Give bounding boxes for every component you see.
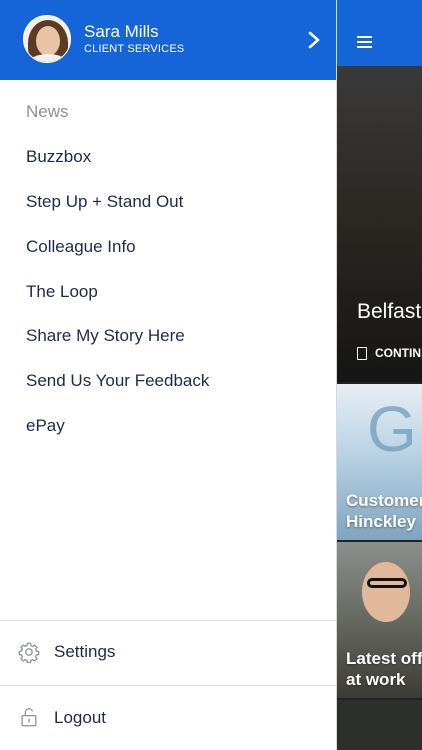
article-card[interactable] — [337, 700, 422, 750]
card-image-detail — [367, 578, 407, 588]
nav-item-the-loop[interactable]: The Loop — [26, 280, 98, 304]
card-caption: Customer Hinckley — [346, 491, 422, 531]
gear-icon — [18, 642, 40, 663]
nav-item-send-feedback[interactable]: Send Us Your Feedback — [26, 369, 209, 393]
chevron-right-icon[interactable] — [304, 30, 324, 50]
logout-label: Logout — [54, 708, 106, 727]
card-caption: Latest offe at work — [346, 649, 422, 689]
settings-label: Settings — [54, 642, 116, 661]
hero-article[interactable] — [337, 66, 422, 382]
nav-item-epay[interactable]: ePay — [26, 414, 65, 438]
app-top-bar — [337, 0, 422, 66]
user-role: CLIENT SERVICES — [84, 43, 185, 55]
nav-item-buzzbox[interactable]: Buzzbox — [26, 145, 91, 169]
navigation-drawer: Sara Mills CLIENT SERVICES News Buzzbox … — [0, 0, 337, 750]
card-image: G — [367, 393, 417, 465]
nav-item-news[interactable]: News — [26, 100, 69, 124]
profile-header[interactable]: Sara Mills CLIENT SERVICES — [0, 0, 336, 80]
nav-item-share-my-story[interactable]: Share My Story Here — [26, 324, 185, 348]
hero-continue-link[interactable]: CONTIN — [357, 346, 421, 360]
article-card[interactable]: G Customer Hinckley — [337, 384, 422, 540]
settings-button[interactable]: Settings — [0, 621, 336, 685]
hamburger-menu-icon[interactable] — [357, 36, 372, 48]
card-image — [362, 562, 410, 622]
article-card[interactable]: Latest offe at work — [337, 542, 422, 698]
hero-title: Belfast — [357, 300, 422, 323]
nav-item-step-up-stand-out[interactable]: Step Up + Stand Out — [26, 190, 183, 214]
lock-icon — [21, 708, 37, 727]
hero-cta-label: CONTIN — [375, 346, 421, 360]
user-name: Sara Mills — [84, 22, 159, 41]
nav-item-colleague-info[interactable]: Colleague Info — [26, 235, 136, 259]
avatar — [23, 15, 71, 63]
logout-button[interactable]: Logout — [0, 686, 336, 750]
document-icon — [357, 346, 367, 360]
